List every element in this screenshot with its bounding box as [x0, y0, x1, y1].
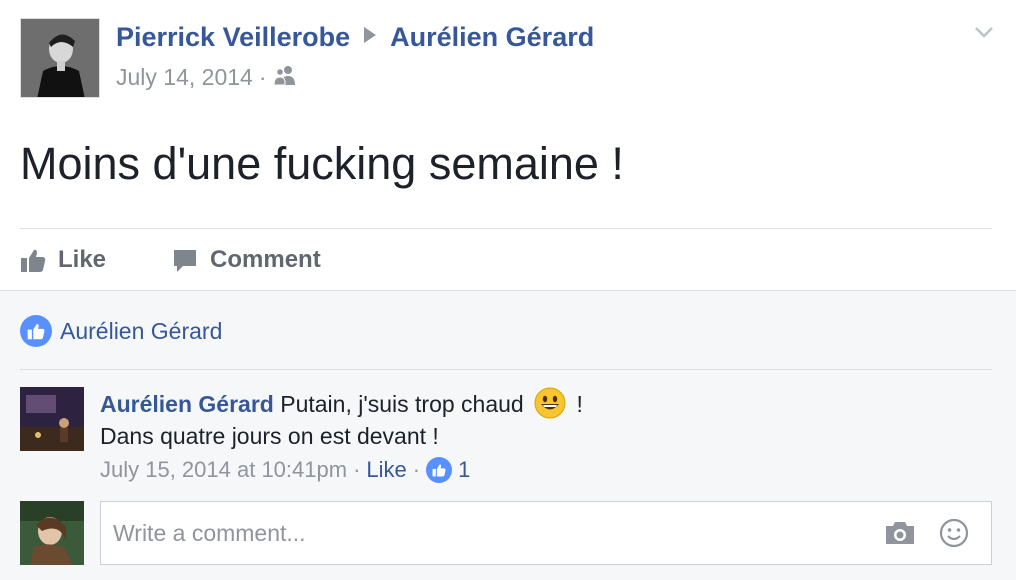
comment-label: Comment [210, 246, 321, 273]
comment-like-count[interactable]: 1 [458, 457, 470, 483]
like-reaction-icon[interactable] [426, 457, 453, 483]
comment-button[interactable]: Comment [172, 246, 321, 274]
comment-body: Aurélien Gérard Putain, j'suis trop chau… [100, 387, 583, 452]
divider [20, 228, 992, 229]
commenter-name-link[interactable]: Aurélien Gérard [100, 391, 274, 417]
comment-bubble-icon [174, 250, 197, 272]
comment-text-line1-end: ! [576, 391, 583, 417]
meta-separator: · [412, 457, 421, 482]
author-avatar[interactable] [20, 18, 100, 98]
like-reaction-icon [20, 315, 52, 347]
likes-summary: Aurélien Gérard [20, 315, 222, 347]
target-name-link[interactable]: Aurélien Gérard [390, 22, 594, 52]
meta-separator: · [353, 457, 361, 482]
comment-input[interactable] [101, 502, 883, 564]
comment-input-box [100, 501, 992, 565]
comment-meta: July 15, 2014 at 10:41pm · Like · 1 [100, 457, 470, 483]
comment-like-button[interactable]: Like [366, 457, 406, 483]
post-header-names: Pierrick Veillerobe Aurélien Gérard [116, 22, 594, 53]
like-label: Like [58, 246, 107, 273]
comment-composer [20, 501, 992, 565]
divider [20, 369, 992, 370]
camera-icon[interactable] [883, 516, 917, 550]
comment-text-line2: Dans quatre jours on est devant ! [100, 423, 439, 449]
facebook-post: Pierrick Veillerobe Aurélien Gérard July … [0, 0, 1016, 580]
chevron-down-icon[interactable] [974, 22, 994, 42]
like-button[interactable]: Like [20, 246, 106, 274]
comment-timestamp-link[interactable]: July 15, 2014 at 10:41pm [100, 457, 347, 483]
post-text: Moins d'une fucking semaine ! [20, 138, 624, 189]
post-meta: July 14, 2014 · [116, 64, 297, 91]
author-name-link[interactable]: Pierrick Veillerobe [116, 22, 350, 52]
post-actions: Like Comment [20, 242, 321, 278]
arrow-right-icon [364, 27, 377, 43]
meta-separator: · [258, 64, 267, 90]
current-user-avatar [20, 501, 84, 565]
post-date-link[interactable]: July 14, 2014 [116, 64, 253, 91]
thumbs-up-icon [21, 249, 46, 272]
grinning-face-icon [534, 387, 566, 419]
comment-text-line1: Putain, j'suis trop chaud [280, 391, 524, 417]
commenter-avatar[interactable] [20, 387, 84, 451]
friends-icon[interactable] [272, 64, 297, 91]
smiley-icon[interactable] [937, 516, 971, 550]
comments-section: Aurélien Gérard Aurélien Gérard Putain, … [0, 290, 1016, 580]
likers-link[interactable]: Aurélien Gérard [60, 318, 222, 345]
